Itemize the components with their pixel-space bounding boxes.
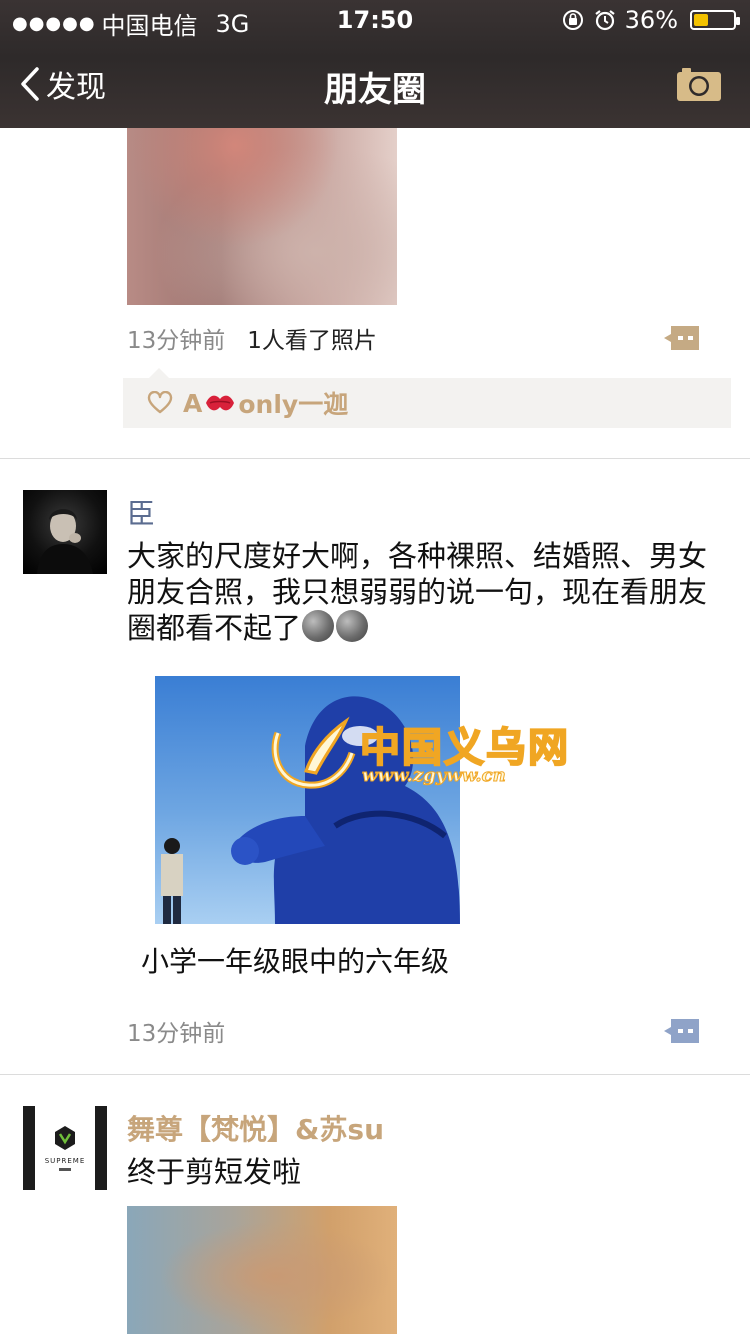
page-title: 朋友圈 — [324, 70, 426, 110]
watermark-logo-icon — [271, 716, 356, 789]
post-divider — [0, 458, 750, 459]
post-photo[interactable] — [127, 1206, 397, 1334]
post-text: 大家的尺度好大啊，各种裸照、结婚照、男女朋友合照，我只想弱弱的说一句，现在看朋友… — [127, 538, 733, 646]
post-text: 终于剪短发啦 — [127, 1155, 302, 1189]
post-text-body: 大家的尺度好大啊，各种裸照、结婚照、男女朋友合照，我只想弱弱的说一句，现在看朋友… — [127, 539, 708, 645]
site-watermark: 中国义乌网 www.zgyww.cn — [268, 713, 588, 793]
orientation-lock-icon — [562, 10, 583, 30]
battery-icon — [690, 10, 740, 30]
photo-view-count: 1人看了照片 — [247, 328, 377, 354]
heart-icon — [147, 391, 173, 414]
supreme-logo-icon: SUPREME — [45, 1126, 86, 1171]
status-bar: ●●●●● 中国电信 3G 17:50 36% — [0, 0, 750, 40]
kiss-mark-icon — [206, 395, 235, 411]
comment-button-icon[interactable] — [663, 1017, 701, 1045]
liker-name[interactable]: A only一迦 — [183, 385, 348, 421]
camera-icon[interactable] — [676, 66, 722, 102]
header: ●●●●● 中国电信 3G 17:50 36% 发现 朋友圈 — [0, 0, 750, 128]
avatar-person-image — [37, 509, 93, 574]
alarm-icon — [594, 10, 615, 31]
moments-feed[interactable]: 13分钟前 1人看了照片 A only一迦 臣 大家的尺度好大啊，各种裸照、结婚… — [0, 128, 750, 1334]
post-photo[interactable] — [127, 128, 397, 305]
avatar[interactable] — [23, 490, 107, 574]
liker-name-suffix: only一迦 — [238, 390, 349, 419]
comment-button-icon[interactable] — [663, 324, 701, 352]
post-image[interactable]: 小学一年级眼中的六年级 — [127, 658, 517, 988]
battery-level — [694, 14, 708, 26]
post-divider — [0, 1074, 750, 1075]
post-author[interactable]: 臣 — [127, 492, 155, 532]
avatar-brand-text: SUPREME — [45, 1157, 86, 1165]
moon-face-icon — [302, 610, 335, 642]
meme-caption: 小学一年级眼中的六年级 — [141, 945, 450, 978]
post-meta: 13分钟前 1人看了照片 — [127, 318, 727, 358]
watermark-url: www.zgyww.cn — [362, 765, 507, 787]
nav-bar: 发现 朋友圈 — [0, 40, 750, 128]
status-right: 36% — [561, 6, 740, 34]
avatar[interactable]: SUPREME — [23, 1106, 107, 1190]
post-time: 13分钟前 — [127, 328, 226, 354]
likes-box: A only一迦 — [123, 368, 731, 428]
post-author[interactable]: 舞尊【梵悦】&苏su — [127, 1108, 384, 1148]
post-meta: 13分钟前 — [127, 1011, 727, 1051]
battery-percent: 36% — [624, 6, 678, 34]
liker-name-prefix: A — [183, 388, 203, 418]
post-time: 13分钟前 — [127, 1021, 226, 1047]
moon-face-icon — [336, 610, 369, 642]
